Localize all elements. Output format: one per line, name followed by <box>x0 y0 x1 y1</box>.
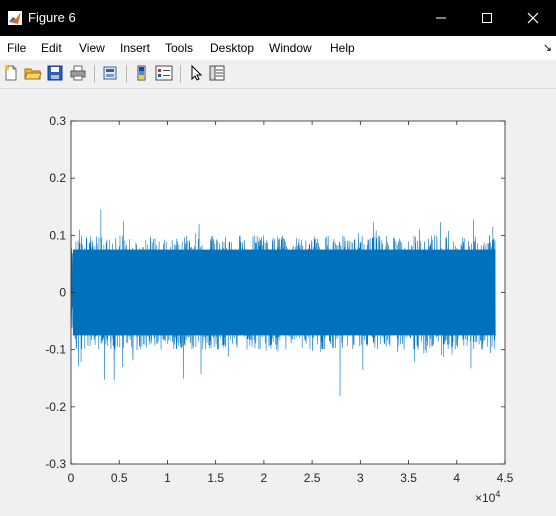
title-bar: Figure 6 <box>0 0 556 36</box>
menu-bar: File Edit View Insert Tools Desktop Wind… <box>0 36 556 60</box>
figure-toolbar <box>0 60 556 89</box>
menu-help[interactable]: Help <box>330 41 355 55</box>
x-tick-label: 4 <box>453 471 460 485</box>
x-tick-label: 0 <box>68 471 75 485</box>
x-tick-label: 3 <box>357 471 364 485</box>
minimize-button[interactable] <box>418 0 464 36</box>
close-button[interactable] <box>510 0 556 36</box>
x-tick-label: 2.5 <box>304 471 321 485</box>
y-tick-label: 0.2 <box>49 171 66 185</box>
y-tick-label: 0.1 <box>49 228 66 242</box>
maximize-button[interactable] <box>464 0 510 36</box>
y-tick-label: -0.1 <box>45 343 66 357</box>
new-figure-icon[interactable] <box>2 64 20 82</box>
menu-edit[interactable]: Edit <box>41 41 62 55</box>
print-preview-icon[interactable] <box>101 64 119 82</box>
open-file-icon[interactable] <box>24 64 42 82</box>
legend-icon[interactable] <box>155 64 173 82</box>
pointer-icon[interactable] <box>187 64 205 82</box>
figure-canvas: 0 0.5 1 1.5 2 2.5 3 3.5 4 4.5 0.3 0.2 0.1 0 -0.1 -0.2 -… <box>0 89 556 511</box>
x-tick-label: 1 <box>164 471 171 485</box>
x-tick-labels: 0 0.5 1 1.5 2 2.5 3 3.5 4 4.5 <box>68 471 514 485</box>
signal-core-band <box>72 249 496 336</box>
toolbar-separator <box>94 65 95 83</box>
y-tick-labels: 0.3 0.2 0.1 0 -0.1 -0.2 -0.3 <box>45 114 66 471</box>
menu-desktop[interactable]: Desktop <box>210 41 254 55</box>
x-tick-label: 1.5 <box>207 471 224 485</box>
x-tick-label: 3.5 <box>400 471 417 485</box>
menu-window[interactable]: Window <box>269 41 312 55</box>
menu-view[interactable]: View <box>79 41 105 55</box>
y-tick-label: -0.2 <box>45 400 66 414</box>
dock-figure-icon[interactable]: ↘ <box>543 41 552 54</box>
y-tick-label: 0 <box>59 286 66 300</box>
window-title: Figure 6 <box>28 10 76 25</box>
y-tick-label: -0.3 <box>45 457 66 471</box>
close-icon <box>527 12 539 24</box>
minimize-icon <box>436 17 446 19</box>
menu-file[interactable]: File <box>7 41 26 55</box>
x-exponent-label: ×104 <box>475 489 500 505</box>
property-editor-icon[interactable] <box>208 64 226 82</box>
menu-insert[interactable]: Insert <box>120 41 150 55</box>
signal-plot[interactable]: 0 0.5 1 1.5 2 2.5 3 3.5 4 4.5 0.3 0.2 0.1 0 -0.1 -0.2 -… <box>0 89 556 511</box>
toolbar-separator <box>180 65 181 83</box>
x-tick-label: 2 <box>261 471 268 485</box>
toolbar-separator <box>126 65 127 83</box>
print-icon[interactable] <box>69 64 87 82</box>
colorbar-icon[interactable] <box>133 64 151 82</box>
menu-tools[interactable]: Tools <box>165 41 193 55</box>
x-tick-label: 0.5 <box>111 471 128 485</box>
maximize-icon <box>482 13 492 23</box>
x-tick-label: 4.5 <box>497 471 514 485</box>
save-icon[interactable] <box>46 64 64 82</box>
y-tick-label: 0.3 <box>49 114 66 128</box>
matlab-logo-icon <box>8 11 22 25</box>
